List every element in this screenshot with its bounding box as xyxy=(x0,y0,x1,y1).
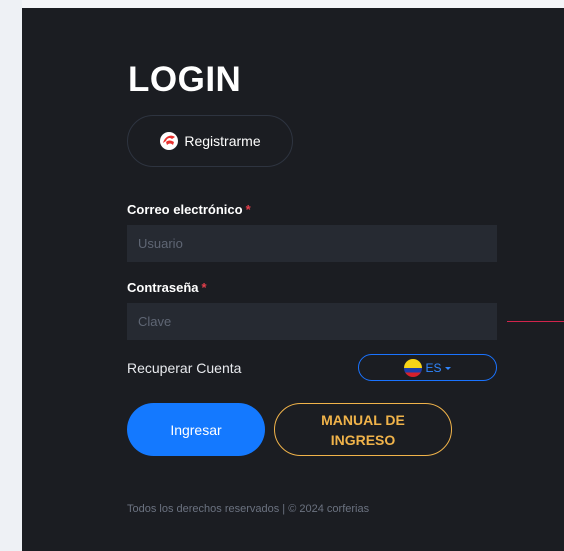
language-value: ES xyxy=(425,360,442,375)
page-background-top xyxy=(22,0,564,8)
register-button[interactable]: Registrarme xyxy=(127,115,293,167)
page-background-left xyxy=(0,0,22,551)
language-selector[interactable]: ES xyxy=(358,354,497,381)
colombia-flag-icon xyxy=(404,358,423,377)
recover-account-link[interactable]: Recuperar Cuenta xyxy=(127,360,241,376)
caret-down-icon xyxy=(444,367,451,370)
decorative-red-line xyxy=(507,321,564,322)
password-field[interactable] xyxy=(127,303,497,340)
login-title: LOGIN xyxy=(128,60,242,99)
manual-button[interactable]: MANUAL DE INGRESO xyxy=(274,403,452,456)
required-mark: * xyxy=(201,280,207,295)
register-logo-icon xyxy=(160,132,179,150)
required-mark: * xyxy=(245,202,251,217)
footer-copyright: Todos los derechos reservados | © 2024 c… xyxy=(127,503,370,515)
login-submit-button[interactable]: Ingresar xyxy=(127,403,265,456)
login-panel: LOGIN Registrarme Correo electrónico* Co… xyxy=(22,8,564,551)
password-label: Contraseña * xyxy=(127,280,207,295)
manual-label: MANUAL DE INGRESO xyxy=(321,411,405,448)
email-field[interactable] xyxy=(127,225,497,262)
register-label: Registrarme xyxy=(184,133,261,149)
email-label: Correo electrónico * xyxy=(127,202,251,217)
